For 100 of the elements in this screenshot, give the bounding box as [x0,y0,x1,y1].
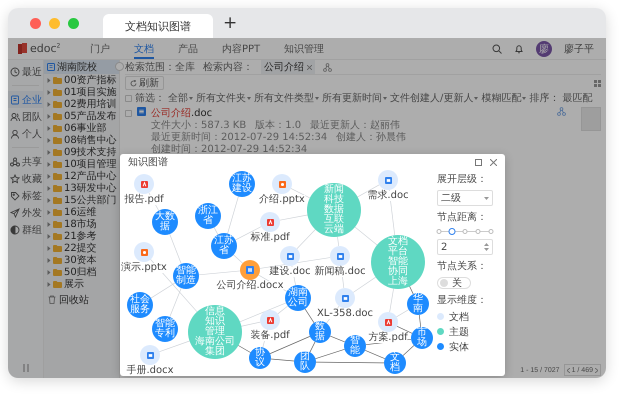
entity-node[interactable]: 数据 [309,321,331,343]
entity-node[interactable]: 华南 [407,293,429,315]
document-node[interactable] [140,345,160,365]
expand-caret-icon[interactable] [47,162,51,166]
expand-caret-icon[interactable] [47,126,51,130]
entity-node[interactable]: 文档 [384,352,406,374]
entity-node[interactable]: 智能专利 [152,316,178,342]
folder-item[interactable]: 13研发中心 [44,182,119,194]
expand-caret-icon[interactable] [47,198,51,202]
sidebar-item[interactable]: 共享 [8,153,43,170]
user-avatar[interactable]: 廖 [536,40,552,56]
new-tab-button[interactable]: + [223,14,238,32]
filter-dropdown[interactable]: 所有更新时间 [322,91,387,105]
folder-item[interactable]: 21参考 [44,230,119,242]
browser-tab[interactable]: 文档知识图谱 [103,14,213,38]
file-name-link[interactable]: 公司介绍.doc [151,107,552,120]
expand-caret-icon[interactable] [47,210,51,214]
folder-item[interactable]: 12产品中心 [44,170,119,182]
entity-node[interactable]: 社会服务 [127,292,153,318]
expand-caret-icon[interactable] [47,258,51,262]
entity-node[interactable]: 智能 [344,335,366,357]
expand-caret-icon[interactable] [47,282,51,286]
expand-caret-icon[interactable] [47,174,51,178]
document-node[interactable] [330,246,350,266]
entity-node[interactable]: 江苏省 [211,233,237,259]
entity-node[interactable]: 浙江省 [195,203,221,229]
expand-caret-icon[interactable] [47,150,51,154]
folder-item[interactable]: 22提交 [44,242,119,254]
graph-icon[interactable] [557,107,566,116]
document-node[interactable] [272,174,292,194]
expand-caret-icon[interactable] [47,246,51,250]
folder-item[interactable]: 展示 [44,278,119,290]
expand-caret-icon[interactable] [47,78,51,82]
spinner-icon[interactable] [484,243,489,251]
sidebar-item[interactable]: 个人 [8,125,43,142]
sidebar-item[interactable]: 标签 [8,187,43,204]
folder-item[interactable]: 50归档 [44,266,119,278]
slider-thumb[interactable] [448,228,456,235]
expand-caret-icon[interactable] [47,138,51,142]
folder-item[interactable]: 01项目实施 [44,86,119,98]
folder-item[interactable]: 05产品发布 [44,110,119,122]
folder-item[interactable]: 16运维 [44,206,119,218]
expand-caret-icon[interactable] [47,102,51,106]
folder-item[interactable]: 06事业部 [44,122,119,134]
user-name[interactable]: 廖子平 [564,42,594,56]
entity-node[interactable]: 市场 [411,327,433,349]
nav-tab[interactable]: 内容PPT [222,38,260,59]
filter-dropdown[interactable]: 所有文件夹 [196,91,251,105]
document-node[interactable] [240,260,260,280]
nav-tab[interactable]: 产品 [178,38,198,59]
document-node[interactable] [378,312,398,332]
refresh-button[interactable]: 刷新 [125,76,164,90]
entity-node[interactable]: 协议 [249,347,271,369]
sort-option[interactable]: 最匹配 [562,91,592,105]
close-icon[interactable] [307,64,312,70]
folder-item[interactable]: 00资产指标 [44,74,119,86]
relation-toggle[interactable]: 关 [437,277,471,289]
bell-icon[interactable] [514,44,524,54]
next-icon[interactable] [595,368,598,372]
entity-node[interactable]: 团队 [294,351,316,373]
sidebar-item[interactable]: 群组 [8,221,43,238]
document-node[interactable] [260,310,280,330]
grid-view-icon[interactable] [594,80,601,86]
expand-caret-icon[interactable] [47,270,51,274]
level-select[interactable]: 二级 [437,190,493,206]
maximize-window-icon[interactable] [68,18,79,28]
recycle-bin-item[interactable]: 回收站 [44,293,119,306]
folder-item[interactable]: 08销售中心 [44,134,119,146]
sidebar-item[interactable]: 收藏 [8,170,43,187]
document-node[interactable] [260,212,280,232]
graph-icon[interactable] [323,62,332,72]
nav-tab[interactable]: 知识管理 [284,38,324,59]
folder-item[interactable]: 15公共部门 [44,194,119,206]
document-node[interactable] [280,246,300,266]
filter-dropdown[interactable]: 所有文件类型 [254,91,319,105]
collapse-icon[interactable] [22,364,28,372]
expand-caret-icon[interactable] [47,222,51,226]
previous-icon[interactable] [566,368,570,372]
close-window-icon[interactable] [30,18,41,28]
entity-node[interactable]: 江苏建设 [229,171,255,197]
folder-item[interactable]: 18市场 [44,218,119,230]
tree-root-item[interactable]: 湖南院校 [44,60,119,74]
sidebar-item[interactable]: 最近 [8,63,43,80]
sidebar-item[interactable]: 团队 [8,108,43,125]
filter-dropdown[interactable]: 全部 [168,91,193,105]
search-icon[interactable] [492,44,502,54]
filter-dropdown[interactable]: 模糊匹配 [481,91,526,105]
entity-node[interactable]: 智能制造 [173,263,199,289]
file-checkbox[interactable] [125,110,132,117]
sidebar-item[interactable]: 企业 [8,91,43,108]
close-icon[interactable] [490,158,497,166]
document-node[interactable] [335,288,355,308]
expand-caret-icon[interactable] [47,90,51,94]
entity-node[interactable]: 湖南公司 [285,285,311,311]
distance-slider[interactable] [439,228,491,235]
filter-dropdown[interactable]: 文件创建人/更新人 [390,91,478,105]
sidebar-item[interactable]: 外发 [8,204,43,221]
search-tag[interactable]: 公司介绍 [261,60,315,74]
folder-item[interactable]: 30资本 [44,254,119,266]
folder-item[interactable]: 09技术支持 [44,146,119,158]
